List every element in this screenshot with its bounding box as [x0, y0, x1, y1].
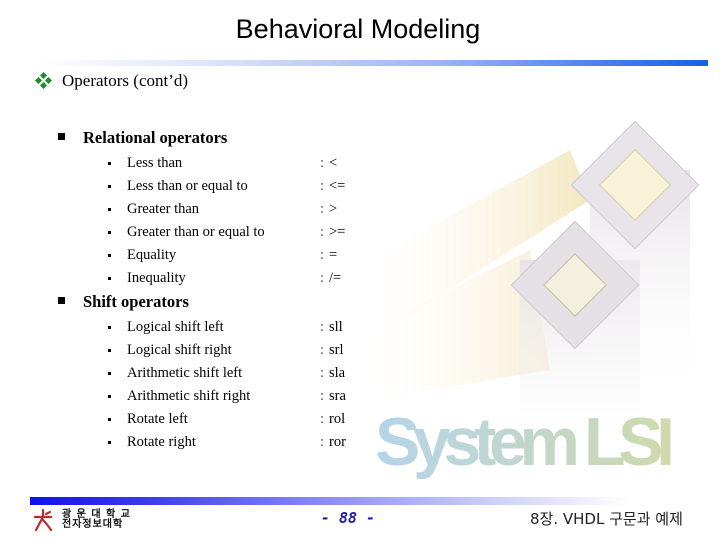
separator: :: [320, 341, 325, 358]
logo-line-2: 전자정보대학: [62, 519, 124, 530]
list-item: Greater than: >: [108, 198, 368, 220]
list-item: Arithmetic shift left: sla: [108, 362, 368, 384]
operator-label: Greater than: [127, 200, 200, 217]
bullet-icon: [108, 207, 111, 211]
diamond-cluster-icon: [34, 71, 53, 90]
operator-symbol: sla: [329, 364, 346, 381]
university-emblem-icon: [33, 508, 53, 532]
operator-symbol: sll: [329, 318, 343, 335]
footer-bar: [30, 497, 630, 505]
section-shift-operators: Shift operators: [58, 292, 189, 312]
bullet-icon: [108, 161, 111, 165]
chapter-label: 8장. VHDL 구문과 예제: [530, 510, 683, 528]
bullet-icon: [108, 230, 111, 234]
separator: :: [320, 387, 325, 404]
operator-label: Rotate left: [127, 410, 188, 427]
list-item: Greater than or equal to: >=: [108, 221, 368, 243]
operator-label: Logical shift right: [127, 341, 232, 358]
separator: :: [320, 223, 325, 240]
list-item: Rotate left: rol: [108, 408, 368, 430]
operator-label: Greater than or equal to: [127, 223, 265, 240]
university-logo: 광 운 대 학 교 전자정보대학: [32, 508, 131, 532]
slide-heading: Operators (cont’d): [34, 71, 189, 91]
page-number: - 88 -: [320, 509, 376, 527]
list-item: Logical shift right: srl: [108, 339, 368, 361]
operator-label: Arithmetic shift right: [127, 387, 251, 404]
system-lsi-watermark: System LSI: [375, 404, 675, 480]
section-title: Shift operators: [83, 292, 189, 311]
separator: :: [320, 410, 325, 427]
separator: :: [320, 200, 325, 217]
bullet-icon: [108, 184, 111, 188]
section-title: Relational operators: [83, 128, 228, 147]
square-bullet-icon: [58, 296, 65, 304]
operator-label: Inequality: [127, 269, 186, 286]
list-item: Logical shift left: sll: [108, 316, 368, 338]
operator-label: Less than: [127, 154, 183, 171]
bullet-icon: [108, 348, 111, 352]
operator-symbol: <: [329, 154, 338, 171]
list-item: Rotate right: ror: [108, 431, 368, 453]
operator-label: Less than or equal to: [127, 177, 248, 194]
operator-symbol: sra: [329, 387, 346, 404]
bullet-icon: [108, 440, 111, 444]
separator: :: [320, 364, 325, 381]
section-relational-operators: Relational operators: [58, 128, 227, 148]
bullet-icon: [108, 325, 111, 329]
operator-symbol: srl: [329, 341, 344, 358]
separator: :: [320, 318, 325, 335]
bullet-icon: [108, 253, 111, 257]
system-lsi-chip-illustration: System LSI: [370, 120, 700, 480]
operator-symbol: >=: [329, 223, 346, 240]
bullet-icon: [108, 417, 111, 421]
heading-text: Operators (cont’d): [62, 71, 189, 90]
operator-label: Rotate right: [127, 433, 196, 450]
operator-symbol: rol: [329, 410, 346, 427]
separator: :: [320, 154, 325, 171]
operator-symbol: /=: [329, 269, 342, 286]
bullet-icon: [108, 371, 111, 375]
list-item: Less than or equal to: <=: [108, 175, 368, 197]
operator-symbol: =: [329, 246, 338, 263]
operator-label: Arithmetic shift left: [127, 364, 243, 381]
separator: :: [320, 269, 325, 286]
separator: :: [320, 177, 325, 194]
title-underline-bar: [34, 60, 708, 66]
list-item: Equality: =: [108, 244, 368, 266]
bullet-icon: [108, 394, 111, 398]
square-bullet-icon: [58, 132, 65, 140]
separator: :: [320, 246, 325, 263]
operator-symbol: <=: [329, 177, 346, 194]
list-item: Less than: <: [108, 152, 368, 174]
list-item: Inequality:/=: [108, 267, 368, 289]
operator-symbol: ror: [329, 433, 346, 450]
list-item: Arithmetic shift right: sra: [108, 385, 368, 407]
slide-title: Behavioral Modeling: [235, 14, 481, 44]
bullet-icon: [108, 276, 111, 280]
separator: :: [320, 433, 325, 450]
operator-label: Logical shift left: [127, 318, 224, 335]
operator-symbol: >: [329, 200, 338, 217]
operator-label: Equality: [127, 246, 177, 263]
